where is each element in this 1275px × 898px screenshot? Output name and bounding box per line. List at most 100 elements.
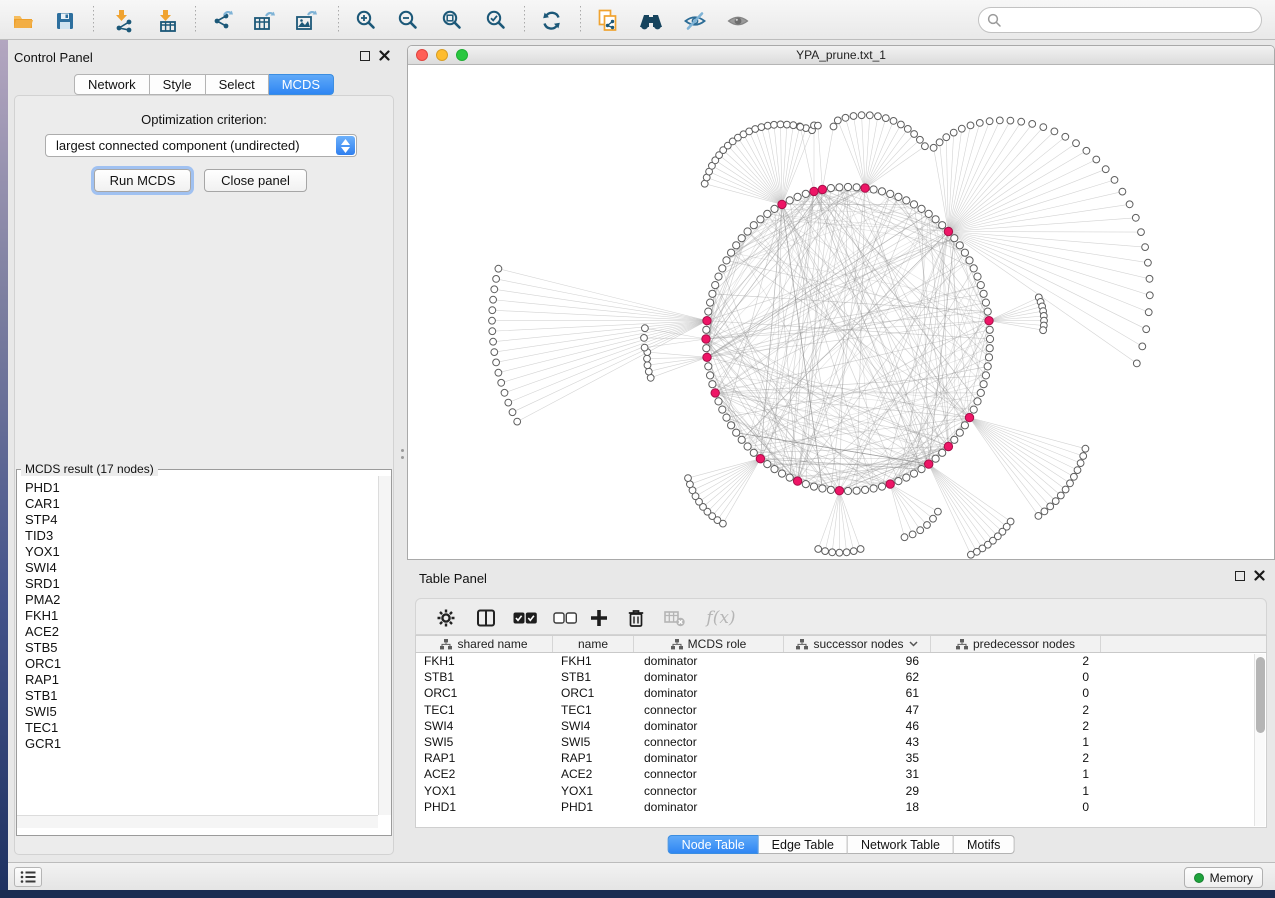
tab-network[interactable]: Network: [74, 74, 150, 95]
mcds-node[interactable]: YOX1: [25, 544, 378, 560]
desktop-background-bottom: [0, 890, 1275, 898]
delete-row-button[interactable]: [624, 606, 648, 630]
control-panel-window-buttons: [360, 50, 390, 61]
zoom-out-button[interactable]: [395, 8, 421, 34]
select-stepper-icon: [336, 136, 355, 155]
search-field[interactable]: [978, 7, 1262, 33]
import-table-button[interactable]: [154, 8, 180, 34]
result-list-horizontal-scrollbar[interactable]: [17, 815, 378, 828]
export-image-button[interactable]: [293, 8, 319, 34]
zoom-in-button[interactable]: [353, 8, 379, 34]
run-mcds-button[interactable]: Run MCDS: [94, 169, 191, 192]
table-row[interactable]: RAP1 RAP1 dominator 35 2: [416, 750, 1266, 766]
hide-selected-button[interactable]: [682, 8, 708, 34]
column-header-mcds-role[interactable]: MCDS role: [634, 636, 784, 652]
checked-boxes-icon: [513, 611, 537, 625]
mcds-node[interactable]: FKH1: [25, 608, 378, 624]
tab-network-table[interactable]: Network Table: [848, 835, 954, 854]
task-history-button[interactable]: [14, 867, 42, 887]
mcds-node[interactable]: PMA2: [25, 592, 378, 608]
scrollbar-thumb[interactable]: [1256, 657, 1265, 733]
mcds-result-list[interactable]: PHD1 CAR1 STP4 TID3 YOX1 SWI4 SRD1 PMA2 …: [17, 476, 378, 815]
table-row[interactable]: PHD1 PHD1 dominator 18 0: [416, 799, 1266, 815]
sort-chevron-icon: [909, 641, 918, 647]
zoom-selected-button[interactable]: [483, 8, 509, 34]
open-file-button[interactable]: [10, 8, 36, 34]
table-row[interactable]: YOX1 YOX1 connector 29 1: [416, 783, 1266, 799]
float-panel-icon[interactable]: [1235, 571, 1245, 581]
mcds-node[interactable]: STB5: [25, 640, 378, 656]
column-header-name[interactable]: name: [553, 636, 634, 652]
table-row[interactable]: FKH1 FKH1 dominator 96 2: [416, 653, 1266, 669]
panel-splitter-handle[interactable]: [401, 449, 404, 459]
zoom-fit-button[interactable]: [439, 8, 465, 34]
network-window-title: YPA_prune.txt_1: [408, 48, 1274, 62]
export-network-icon: [211, 9, 235, 33]
deselect-all-button[interactable]: [552, 606, 578, 630]
table-vertical-scrollbar[interactable]: [1254, 654, 1265, 826]
column-settings-button[interactable]: [434, 606, 458, 630]
search-input[interactable]: [1008, 12, 1253, 29]
tab-select[interactable]: Select: [206, 74, 269, 95]
table-row[interactable]: SWI5 SWI5 connector 43 1: [416, 734, 1266, 750]
select-all-button[interactable]: [512, 606, 538, 630]
float-panel-icon[interactable]: [360, 51, 370, 61]
table-row[interactable]: ACE2 ACE2 connector 31 1: [416, 766, 1266, 782]
optimization-criterion-label: Optimization criterion:: [8, 112, 400, 127]
optimization-criterion-select[interactable]: largest connected component (undirected): [45, 134, 357, 157]
tab-node-table[interactable]: Node Table: [668, 835, 759, 854]
tab-edge-table[interactable]: Edge Table: [759, 835, 848, 854]
mcds-node[interactable]: PHD1: [25, 480, 378, 496]
search-network-button[interactable]: [638, 8, 664, 34]
mcds-node[interactable]: SRD1: [25, 576, 378, 592]
memory-button[interactable]: Memory: [1184, 867, 1263, 888]
column-header-successor-nodes[interactable]: successor nodes: [784, 636, 931, 652]
close-panel-button[interactable]: Close panel: [204, 169, 307, 192]
mcds-node[interactable]: SWI4: [25, 560, 378, 576]
mcds-result-title: MCDS result (17 nodes): [21, 462, 158, 476]
export-network-button[interactable]: [210, 8, 236, 34]
mcds-node[interactable]: CAR1: [25, 496, 378, 512]
show-all-button[interactable]: [725, 8, 751, 34]
mcds-node[interactable]: TEC1: [25, 720, 378, 736]
save-session-button[interactable]: [52, 8, 78, 34]
close-panel-icon[interactable]: [1254, 570, 1265, 581]
table-row[interactable]: TEC1 TEC1 connector 47 2: [416, 702, 1266, 718]
add-row-button[interactable]: [587, 606, 611, 630]
mcds-node[interactable]: RAP1: [25, 672, 378, 688]
table-row[interactable]: STB1 STB1 dominator 62 0: [416, 669, 1266, 685]
import-network-button[interactable]: [110, 8, 136, 34]
mcds-node[interactable]: STP4: [25, 512, 378, 528]
table-panel: Table Panel: [407, 563, 1275, 855]
mcds-node[interactable]: ACE2: [25, 624, 378, 640]
function-builder-button[interactable]: f(x): [703, 606, 739, 630]
close-panel-icon[interactable]: [379, 50, 390, 61]
zoom-fit-icon: [440, 9, 464, 33]
desktop-background-left: [0, 40, 8, 898]
tab-mcds[interactable]: MCDS: [269, 74, 334, 95]
network-canvas[interactable]: [408, 66, 1274, 559]
export-table-button[interactable]: [251, 8, 277, 34]
mcds-node[interactable]: GCR1: [25, 736, 378, 752]
mcds-node[interactable]: ORC1: [25, 656, 378, 672]
column-header-shared-name[interactable]: shared name: [416, 636, 553, 652]
share-document-button[interactable]: [595, 8, 621, 34]
tab-style[interactable]: Style: [150, 74, 206, 95]
table-row[interactable]: SWI4 SWI4 dominator 46 2: [416, 718, 1266, 734]
network-window-titlebar[interactable]: YPA_prune.txt_1: [408, 46, 1274, 65]
mcds-node[interactable]: SWI5: [25, 704, 378, 720]
result-list-vertical-scrollbar[interactable]: [378, 476, 391, 815]
mcds-node[interactable]: STB1: [25, 688, 378, 704]
table-panel-window-buttons: [1235, 570, 1265, 581]
table-row[interactable]: ORC1 ORC1 dominator 61 0: [416, 685, 1266, 701]
column-split-button[interactable]: [474, 606, 498, 630]
delete-table-button[interactable]: [663, 606, 687, 630]
export-image-icon: [294, 9, 318, 33]
tab-motifs[interactable]: Motifs: [954, 835, 1014, 854]
column-header-predecessor-nodes[interactable]: predecessor nodes: [931, 636, 1101, 652]
import-network-icon: [111, 9, 135, 33]
refresh-button[interactable]: [539, 8, 565, 34]
list-icon: [20, 870, 37, 884]
mcds-node[interactable]: TID3: [25, 528, 378, 544]
table-header-row: shared name name MCDS role successor nod…: [415, 635, 1267, 653]
